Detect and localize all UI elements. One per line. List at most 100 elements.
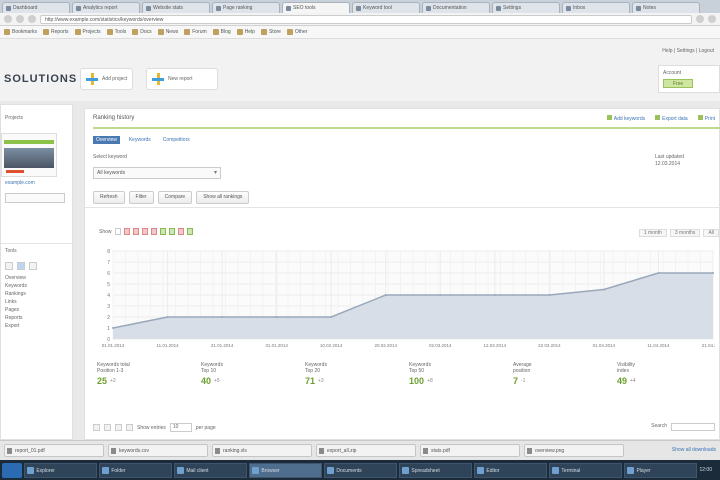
download-item[interactable]: stats.pdf xyxy=(420,444,520,457)
taskbar-item[interactable]: Terminal xyxy=(549,462,623,478)
search-input[interactable] xyxy=(671,423,715,431)
last-page-icon[interactable] xyxy=(126,424,133,431)
bookmark-label: Bookmarks xyxy=(12,29,38,35)
taskbar-item[interactable]: Editor xyxy=(474,462,548,478)
stat-number: 25 xyxy=(97,376,108,386)
sidebar-list-item[interactable]: Reports xyxy=(1,314,72,322)
bookmark-item[interactable]: Docs xyxy=(132,29,152,35)
download-item[interactable]: ranking.xls xyxy=(212,444,312,457)
browser-tab[interactable]: Dashboard xyxy=(2,2,70,13)
series-toggle[interactable] xyxy=(168,228,175,235)
series-toggle[interactable] xyxy=(132,228,139,235)
bookmark-item[interactable]: Forum xyxy=(184,29,207,35)
forward-icon[interactable] xyxy=(16,15,24,23)
show-all-downloads-link[interactable]: Show all downloads xyxy=(672,444,716,457)
star-icon[interactable] xyxy=(696,15,704,23)
page-size-select[interactable]: 10 xyxy=(169,423,192,432)
browser-tab[interactable]: Page ranking xyxy=(212,2,280,13)
thumbnail-bar xyxy=(4,140,54,144)
start-button[interactable] xyxy=(2,462,23,478)
project-thumbnail[interactable] xyxy=(1,133,57,177)
taskbar-item[interactable]: Mail client xyxy=(174,462,248,478)
user-box[interactable]: Account Free xyxy=(658,65,720,93)
toolbar: Refresh Filter Compare Show all rankings xyxy=(93,191,250,204)
series-toggle[interactable] xyxy=(186,228,193,235)
browser-tab-active[interactable]: SEO tools xyxy=(282,2,350,13)
zoom-all-button[interactable]: All xyxy=(703,229,719,237)
series-toggle[interactable] xyxy=(123,228,130,235)
project-link[interactable]: example.com xyxy=(1,177,72,189)
zoom-3m-button[interactable]: 3 months xyxy=(669,229,701,237)
filter-button[interactable]: Filter xyxy=(128,191,154,204)
new-report-button[interactable]: New report xyxy=(146,68,218,90)
taskbar-item[interactable]: Explorer xyxy=(24,462,98,478)
refresh-button[interactable]: Refresh xyxy=(93,191,125,204)
download-item[interactable]: export_all.zip xyxy=(316,444,416,457)
browser-tab[interactable]: Keyword tool xyxy=(352,2,420,13)
edit-icon[interactable] xyxy=(5,262,13,270)
print-link[interactable]: Print xyxy=(698,115,715,122)
export-data-link[interactable]: Export data xyxy=(655,115,688,122)
browser-tab[interactable]: Notes xyxy=(632,2,700,13)
page-title: Ranking history xyxy=(93,115,135,121)
bookmark-item[interactable]: News xyxy=(157,29,178,35)
compare-button[interactable]: Compare xyxy=(157,191,193,204)
bookmark-item[interactable]: Help xyxy=(236,29,255,35)
bookmark-label: Store xyxy=(268,29,281,35)
taskbar-item[interactable]: Player xyxy=(624,462,698,478)
bookmark-item[interactable]: Bookmarks xyxy=(4,29,37,35)
browser-tab[interactable]: Website stats xyxy=(142,2,210,13)
add-project-button[interactable]: Add project xyxy=(80,68,134,90)
first-page-icon[interactable] xyxy=(93,424,100,431)
address-input[interactable]: http://www.example.com/statistics/keywor… xyxy=(40,14,692,24)
y-tick-label: 5 xyxy=(107,282,110,288)
series-toggle[interactable] xyxy=(114,228,121,235)
back-icon[interactable] xyxy=(4,15,12,23)
sidebar-list-item[interactable]: Links xyxy=(1,298,72,306)
sidebar-list-item[interactable]: Keywords xyxy=(1,282,72,290)
zoom-1m-button[interactable]: 1 month xyxy=(638,229,667,237)
series-toggle[interactable] xyxy=(177,228,184,235)
series-toggle[interactable] xyxy=(159,228,166,235)
next-page-icon[interactable] xyxy=(115,424,122,431)
series-toggle[interactable] xyxy=(141,228,148,235)
download-item[interactable]: overview.png xyxy=(524,444,624,457)
y-tick-label: 7 xyxy=(107,260,110,266)
taskbar-item[interactable]: Folder xyxy=(99,462,173,478)
tab-competitors[interactable]: Competitors xyxy=(160,136,193,144)
menu-icon[interactable] xyxy=(708,15,716,23)
browser-tab[interactable]: Analytics report xyxy=(72,2,140,13)
add-keywords-link[interactable]: Add keywords xyxy=(607,115,645,122)
top-links[interactable]: Help | Settings | Logout xyxy=(662,48,714,54)
bookmark-item[interactable]: Projects xyxy=(74,29,101,35)
sidebar-list-item[interactable]: Rankings xyxy=(1,290,72,298)
sidebar-input[interactable] xyxy=(5,193,65,203)
show-all-button[interactable]: Show all rankings xyxy=(196,191,250,204)
browser-tab[interactable]: Inbox xyxy=(562,2,630,13)
prev-page-icon[interactable] xyxy=(104,424,111,431)
download-item[interactable]: report_01.pdf xyxy=(4,444,104,457)
sidebar-list-item[interactable]: Pages xyxy=(1,306,72,314)
share-icon[interactable] xyxy=(17,262,25,270)
delete-icon[interactable] xyxy=(29,262,37,270)
sidebar-list-item[interactable]: Export xyxy=(1,322,72,330)
stat-value: 25 +2 xyxy=(97,376,201,386)
bookmark-item[interactable]: Blog xyxy=(212,29,231,35)
browser-tab[interactable]: Settings xyxy=(492,2,560,13)
taskbar-item[interactable]: Browser xyxy=(249,462,323,478)
bookmark-item[interactable]: Other xyxy=(286,29,307,35)
bookmark-item[interactable]: Tools xyxy=(106,29,126,35)
bookmark-item[interactable]: Store xyxy=(260,29,281,35)
bookmark-item[interactable]: Reports xyxy=(43,29,69,35)
sidebar-list-item[interactable]: Overview xyxy=(1,274,72,282)
keyword-select[interactable]: All keywords xyxy=(93,167,221,179)
sidebar-title: Projects xyxy=(5,115,24,121)
tab-overview[interactable]: Overview xyxy=(93,136,120,144)
tab-keywords[interactable]: Keywords xyxy=(126,136,154,144)
download-item[interactable]: keywords.csv xyxy=(108,444,208,457)
reload-icon[interactable] xyxy=(28,15,36,23)
series-toggle[interactable] xyxy=(150,228,157,235)
taskbar-item[interactable]: Documents xyxy=(324,462,398,478)
browser-tab[interactable]: Documentation xyxy=(422,2,490,13)
taskbar-item[interactable]: Spreadsheet xyxy=(399,462,473,478)
